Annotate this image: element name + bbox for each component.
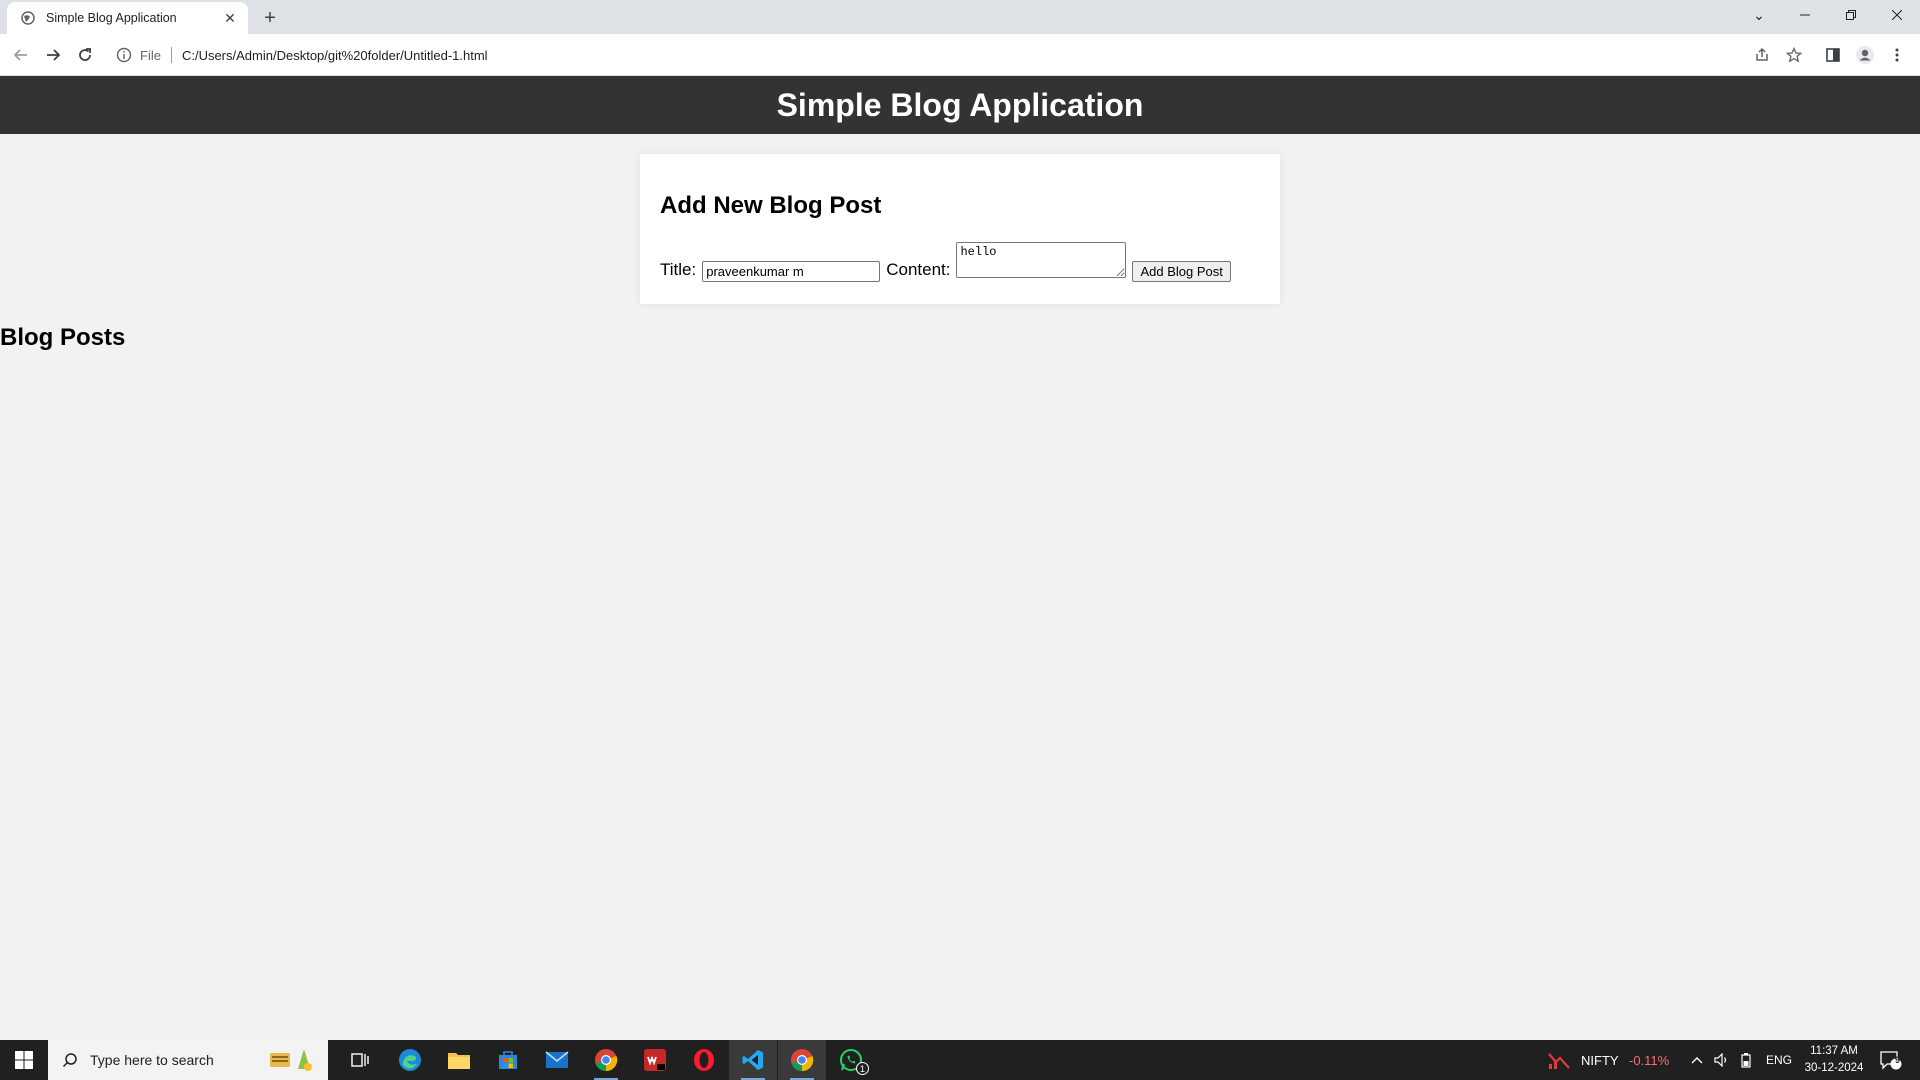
new-tab-icon[interactable]: + [258,6,282,30]
new-post-form-card: Add New Blog Post Title: Content: hello … [640,154,1280,304]
windows-start-icon[interactable] [0,1040,48,1080]
title-label: Title: [660,260,697,279]
opera-icon[interactable] [680,1040,728,1080]
close-window-icon[interactable] [1874,0,1920,30]
tab-strip: Simple Blog Application ✕ + ⌄ [0,0,1920,34]
menu-kebab-icon[interactable] [1885,43,1909,67]
title-input[interactable] [702,261,881,282]
microsoft-store-icon[interactable] [484,1040,532,1080]
add-blog-post-button[interactable]: Add Blog Post [1132,261,1231,282]
scheme-label: File [140,47,161,63]
volume-icon[interactable] [1714,1040,1730,1080]
info-icon[interactable] [116,47,132,63]
search-icon [62,1053,77,1068]
profile-icon[interactable] [1853,43,1877,67]
stock-change: -0.11% [1629,1052,1670,1068]
stock-name[interactable]: NIFTY [1581,1040,1619,1080]
divider [170,47,172,63]
clock-date: 30-12-2024 [1804,1062,1864,1074]
chrome-icon[interactable] [582,1040,630,1080]
content-label: Content: [886,260,951,279]
share-icon[interactable] [1750,43,1774,67]
chevron-up-icon[interactable] [1691,1040,1703,1080]
task-view-icon[interactable] [336,1040,384,1080]
vscode-icon[interactable] [729,1040,777,1080]
browser-toolbar: File C:/Users/Admin/Desktop/git%20folder… [0,34,1920,76]
solidworks-icon[interactable] [631,1040,679,1080]
side-panel-icon[interactable] [1821,43,1845,67]
notification-badge: 1 [856,1062,869,1075]
globe-icon [20,10,36,26]
reload-icon[interactable] [73,43,97,67]
stock-chart-icon[interactable] [1548,1040,1570,1080]
form-heading: Add New Blog Post [660,192,882,219]
web-page: Simple Blog Application Add New Blog Pos… [0,76,1920,1040]
notification-count: 9 [1894,1055,1900,1065]
content-textarea[interactable]: hello [956,242,1127,278]
blog-posts-heading: Blog Posts [0,324,126,351]
tab-active[interactable]: Simple Blog Application ✕ [7,2,248,34]
file-explorer-icon[interactable] [435,1040,483,1080]
close-tab-icon[interactable]: ✕ [220,8,240,28]
notification-center-icon[interactable]: 9 [1880,1040,1902,1080]
language-indicator[interactable]: ENG [1766,1040,1792,1080]
taskbar-clock[interactable]: 11:37 AM 30-12-2024 [1796,1043,1872,1077]
search-highlight-icon [266,1043,318,1078]
whatsapp-icon[interactable]: 1 [827,1040,875,1080]
tab-title: Simple Blog Application [46,11,177,25]
new-post-form: Title: Content: hello Add Blog Post [660,242,1231,282]
bookmark-star-icon[interactable] [1782,43,1806,67]
taskbar-search-box[interactable]: Type here to search [48,1040,328,1080]
forward-icon[interactable] [41,43,65,67]
battery-icon[interactable] [1740,1040,1754,1080]
minimize-icon[interactable] [1782,0,1828,30]
edge-icon[interactable] [386,1040,434,1080]
clock-time: 11:37 AM [1810,1045,1858,1057]
tab-search-icon[interactable]: ⌄ [1736,0,1782,30]
search-placeholder: Type here to search [90,1052,214,1068]
page-title: Simple Blog Application [776,86,1144,123]
chrome-active-icon[interactable] [778,1040,826,1080]
url-text[interactable]: C:/Users/Admin/Desktop/git%20folder/Unti… [182,48,488,63]
site-header: Simple Blog Application [0,76,1920,134]
address-bar[interactable]: File C:/Users/Admin/Desktop/git%20folder… [106,39,1766,71]
restore-icon[interactable] [1828,0,1874,30]
mail-icon[interactable] [533,1040,581,1080]
back-icon[interactable] [9,43,33,67]
windows-taskbar: Type here to search 1 NIFTY -0.11% ENG 1… [0,1040,1920,1080]
